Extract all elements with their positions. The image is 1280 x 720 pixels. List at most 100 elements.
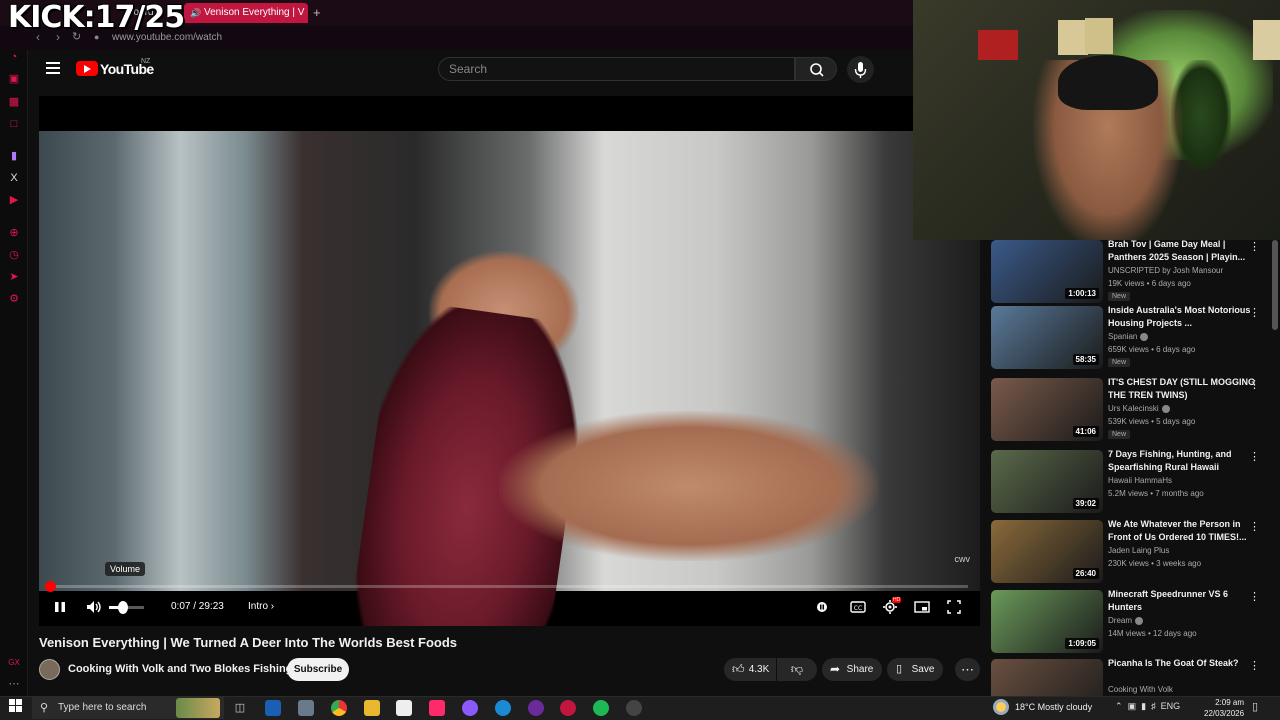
hamburger-menu-icon[interactable] xyxy=(46,62,60,74)
search-button[interactable] xyxy=(795,57,837,81)
video-thumbnail[interactable]: 39:02 xyxy=(991,450,1103,513)
outlook-icon[interactable] xyxy=(265,700,281,716)
youtube-logo-icon[interactable] xyxy=(76,61,98,76)
more-actions-button[interactable]: ⋯ xyxy=(955,658,980,681)
browser-tab-active[interactable]: 🔊 Venison Everything | V xyxy=(184,3,308,23)
tiktok-icon[interactable] xyxy=(429,700,445,716)
video-thumbnail[interactable]: 41:06 xyxy=(991,378,1103,441)
chrome-icon[interactable] xyxy=(331,700,347,716)
discord-icon[interactable] xyxy=(528,700,544,716)
channel-name[interactable]: Cooking With Volk and Two Blokes Fishing xyxy=(68,663,292,675)
more-options-icon[interactable]: ⋮ xyxy=(1249,659,1260,672)
recommended-channel[interactable]: UNSCRIPTED by Josh Mansour xyxy=(1108,266,1223,275)
recommended-title[interactable]: Minecraft Speedrunner VS 6 Hunters xyxy=(1108,588,1258,614)
app-circle-icon[interactable] xyxy=(462,700,478,716)
chat-icon[interactable]: ▩ xyxy=(7,95,21,109)
recommended-video[interactable]: Picanha Is The Goat Of Steak? Cooking Wit… xyxy=(991,657,1280,696)
fullscreen-icon xyxy=(947,600,961,614)
more-options-icon[interactable]: ⋮ xyxy=(1249,520,1260,533)
recommended-title[interactable]: Picanha Is The Goat Of Steak? xyxy=(1108,657,1258,670)
fullscreen-button[interactable] xyxy=(945,599,963,615)
video-thumbnail[interactable] xyxy=(991,659,1103,696)
video-player[interactable]: cwv Volume 0:07 / 29:23 Intro › CC HD xyxy=(39,96,980,626)
more-options-icon[interactable]: ⋮ xyxy=(1249,306,1260,319)
voice-search-button[interactable] xyxy=(847,56,874,83)
capcut-icon[interactable] xyxy=(396,700,412,716)
miniplayer-button[interactable] xyxy=(913,599,931,615)
captions-button[interactable]: CC xyxy=(849,599,867,615)
notification-icon[interactable]: ▯ xyxy=(1252,700,1258,713)
search-input[interactable]: Search xyxy=(438,57,795,81)
opera-gx-icon[interactable] xyxy=(560,700,576,716)
recommended-video[interactable]: 58:35 Inside Australia's Most Notorious H… xyxy=(991,304,1280,376)
task-view-icon[interactable]: ◫ xyxy=(232,700,248,716)
recommended-video[interactable]: 26:40 We Ate Whatever the Person in Front… xyxy=(991,518,1280,590)
new-tab-button[interactable]: + xyxy=(313,5,321,20)
more-options-icon[interactable]: ⋮ xyxy=(1249,378,1260,391)
x-icon[interactable]: X xyxy=(7,171,21,185)
volume-slider-handle[interactable] xyxy=(118,601,128,614)
video-thumbnail[interactable]: 58:35 xyxy=(991,306,1103,369)
twitch-icon[interactable]: ▮ xyxy=(7,149,21,163)
add-icon[interactable]: ⊕ xyxy=(7,226,21,240)
file-explorer-icon[interactable] xyxy=(364,700,380,716)
send-icon[interactable]: ➤ xyxy=(7,270,21,284)
share-button[interactable]: ➦ Share xyxy=(822,658,882,681)
windows-start-icon[interactable] xyxy=(9,699,23,713)
dislike-button[interactable]: 👎︎ xyxy=(777,658,817,681)
recommended-title[interactable]: We Ate Whatever the Person in Front of U… xyxy=(1108,518,1258,544)
scrollbar[interactable] xyxy=(1272,240,1278,330)
recommended-video[interactable]: 1:09:05 Minecraft Speedrunner VS 6 Hunter… xyxy=(991,588,1280,660)
clock-icon[interactable]: ◷ xyxy=(7,248,21,262)
progress-bar[interactable] xyxy=(51,585,968,588)
video-title: Venison Everything | We Turned A Deer In… xyxy=(39,635,458,650)
spotify-icon[interactable] xyxy=(593,700,609,716)
recommended-channel[interactable]: Hawaii HammaHs xyxy=(1108,476,1172,485)
video-thumbnail[interactable]: 26:40 xyxy=(991,520,1103,583)
settings-button[interactable]: HD xyxy=(881,597,902,615)
recommended-stats: 230K views • 3 weeks ago xyxy=(1108,559,1202,568)
recommended-title[interactable]: Inside Australia's Most Notorious Housin… xyxy=(1108,304,1258,330)
youtube-icon[interactable]: ▶ xyxy=(7,193,21,207)
recommended-title[interactable]: Brah Tov | Game Day Meal | Panthers 2025… xyxy=(1108,240,1258,264)
recommended-channel[interactable]: Urs Kalecinski xyxy=(1108,404,1170,413)
recommended-video[interactable]: 39:02 7 Days Fishing, Hunting, and Spearf… xyxy=(991,448,1280,520)
mute-button[interactable] xyxy=(85,597,103,617)
video-frame[interactable] xyxy=(39,131,980,626)
search-highlight-icon[interactable] xyxy=(176,698,220,718)
recommended-video[interactable]: 41:06 IT'S CHEST DAY (STILL MOGGING THE T… xyxy=(991,376,1280,448)
recommended-video[interactable]: 1:00:13 Brah Tov | Game Day Meal | Panthe… xyxy=(991,240,1280,310)
save-button[interactable]: ▯ Save xyxy=(887,658,943,681)
more-options-icon[interactable]: ⋮ xyxy=(1249,240,1260,253)
recommended-channel[interactable]: Spanian xyxy=(1108,332,1149,341)
more-icon[interactable]: ⋯ xyxy=(7,677,21,691)
recommended-title[interactable]: 7 Days Fishing, Hunting, and Spearfishin… xyxy=(1108,448,1258,474)
more-options-icon[interactable]: ⋮ xyxy=(1249,590,1260,603)
system-tray[interactable]: ⌃ ▣ ▮ ♯ ENG xyxy=(1115,701,1180,712)
video-thumbnail[interactable]: 1:09:05 xyxy=(991,590,1103,653)
pause-button[interactable] xyxy=(53,597,67,617)
app-icon[interactable] xyxy=(298,700,314,716)
channel-avatar[interactable] xyxy=(39,659,60,680)
more-options-icon[interactable]: ⋮ xyxy=(1249,450,1260,463)
autoplay-toggle[interactable] xyxy=(813,599,831,615)
chapter-button[interactable]: Intro › xyxy=(248,601,274,612)
clock[interactable]: 2:09 am 22/03/2026 xyxy=(1204,697,1244,719)
recommended-channel[interactable]: Dream xyxy=(1108,616,1144,625)
progress-scrubber[interactable] xyxy=(45,581,56,592)
subscribe-button[interactable]: Subscribe xyxy=(287,658,349,681)
gx-icon[interactable]: GX xyxy=(7,656,21,670)
recommended-channel[interactable]: Cooking With Volk xyxy=(1108,685,1173,694)
like-button[interactable]: 👍︎ 4.3K xyxy=(724,658,776,681)
bag-icon[interactable]: ▣ xyxy=(7,72,21,86)
video-thumbnail[interactable]: 1:00:13 xyxy=(991,240,1103,303)
edge-icon[interactable] xyxy=(495,700,511,716)
weather-status[interactable]: 18°C Mostly cloudy xyxy=(1015,702,1092,712)
recommended-channel[interactable]: Jaden Laing Plus xyxy=(1108,546,1169,555)
time-display: 0:07 / 29:23 xyxy=(171,601,224,612)
history-icon[interactable]: ◔ xyxy=(7,50,21,64)
recommended-title[interactable]: IT'S CHEST DAY (STILL MOGGING THE TREN T… xyxy=(1108,376,1258,402)
instagram-icon[interactable]: □ xyxy=(7,117,21,131)
settings-icon[interactable]: ⚙ xyxy=(7,292,21,306)
obs-icon[interactable] xyxy=(626,700,642,716)
